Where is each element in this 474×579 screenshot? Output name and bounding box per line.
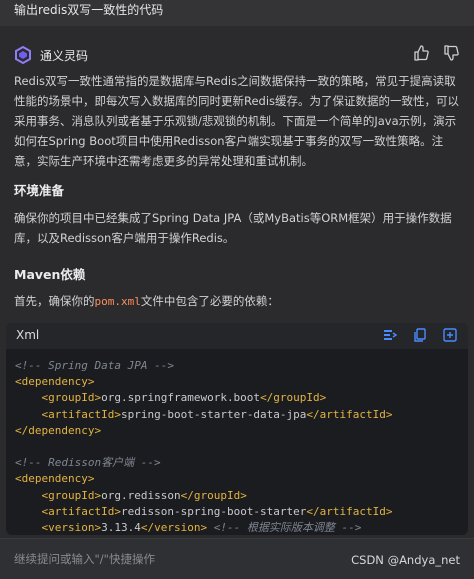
code-line: <dependency> <box>15 374 468 390</box>
code-comment: <!-- Spring Data JPA --> <box>15 359 174 372</box>
code-comment: <!-- 根据实际版本调整 --> <box>207 521 362 535</box>
watermark: CSDN @Andya_net <box>351 553 460 567</box>
code-tag: <dependency> <box>15 472 95 486</box>
insert-code-icon[interactable] <box>382 327 398 343</box>
code-line: <!-- Spring Data JPA --> <box>15 358 468 374</box>
chat-input-bar[interactable]: 继续提问或输入"/"快捷操作 CSDN @Andya_net <box>0 538 474 579</box>
code-value: org.springframework.boot <box>101 391 261 405</box>
code-line: <artifactId>redisson-spring-boot-starter… <box>15 504 468 520</box>
code-block-header: Xml <box>6 323 468 349</box>
section-heading-env: 环境准备 <box>14 183 65 198</box>
code-open-tag: <groupId> <box>41 391 102 405</box>
code-close-tag: </artifactId> <box>306 407 393 421</box>
maven-text-before: 首先，确保你的 <box>14 294 95 308</box>
code-block: Xml <!-- Spring Data JPA --> <dependency>… <box>6 323 468 535</box>
tongyi-logo-icon <box>15 46 31 64</box>
code-close-tag: </groupId> <box>180 488 247 502</box>
code-open-tag: <artifactId> <box>41 504 121 518</box>
copy-icon[interactable] <box>412 327 428 343</box>
answer-header: 通义灵码 <box>14 44 460 68</box>
code-comment: <!-- Redisson客户端 --> <box>15 456 161 470</box>
code-line: </dependency> <box>15 423 468 439</box>
code-tag: </dependency> <box>15 423 102 437</box>
code-open-tag: <groupId> <box>41 488 102 502</box>
code-line: <groupId>org.springframework.boot</group… <box>15 390 468 406</box>
section-text-maven: 首先，确保你的pom.xml文件中包含了必要的依赖： <box>14 291 460 312</box>
code-line: <artifactId>spring-boot-starter-data-jpa… <box>15 407 468 423</box>
chat-input-placeholder[interactable]: 继续提问或输入"/"快捷操作 <box>14 551 155 567</box>
code-open-tag: <artifactId> <box>41 407 121 421</box>
maven-text-after: 文件中包含了必要的依赖： <box>140 294 279 308</box>
code-value: org.redisson <box>101 488 181 502</box>
code-value: spring-boot-starter-data-jpa <box>120 407 307 421</box>
brand-name: 通义灵码 <box>40 49 89 63</box>
code-open-tag: <version> <box>41 521 102 535</box>
code-close-tag: </version> <box>140 521 208 535</box>
code-tag: <dependency> <box>15 375 95 389</box>
intro-paragraph: Redis双写一致性通常指的是数据库与Redis之间数据保持一致的策略，常见于提… <box>14 74 460 168</box>
thumbs-up-icon[interactable] <box>412 44 430 62</box>
thumbs-down-icon[interactable] <box>442 44 460 62</box>
code-close-tag: </artifactId> <box>306 504 393 518</box>
user-prompt-text: 输出redis双写一致性的代码 <box>14 3 164 17</box>
code-line: <!-- Redisson客户端 --> <box>15 455 468 471</box>
code-language-label: Xml <box>16 328 40 342</box>
code-line: <version>3.13.4</version> <!-- 根据实际版本调整 … <box>15 520 468 535</box>
code-line: <groupId>org.redisson</groupId> <box>15 488 468 504</box>
user-prompt: 输出redis双写一致性的代码 <box>0 0 474 26</box>
section-heading-maven: Maven依赖 <box>14 267 86 282</box>
section-text-env: 确保你的项目中已经集成了Spring Data JPA（或MyBatis等ORM… <box>14 211 452 245</box>
inline-code-pom: pom.xml <box>94 295 141 308</box>
new-file-icon[interactable] <box>442 327 458 343</box>
code-close-tag: </groupId> <box>260 391 327 405</box>
code-value: 3.13.4 <box>101 521 141 535</box>
code-line: <dependency> <box>15 471 468 487</box>
code-value: redisson-spring-boot-starter <box>120 504 307 518</box>
code-lines: <!-- Spring Data JPA --> <dependency> <gr… <box>6 349 468 535</box>
